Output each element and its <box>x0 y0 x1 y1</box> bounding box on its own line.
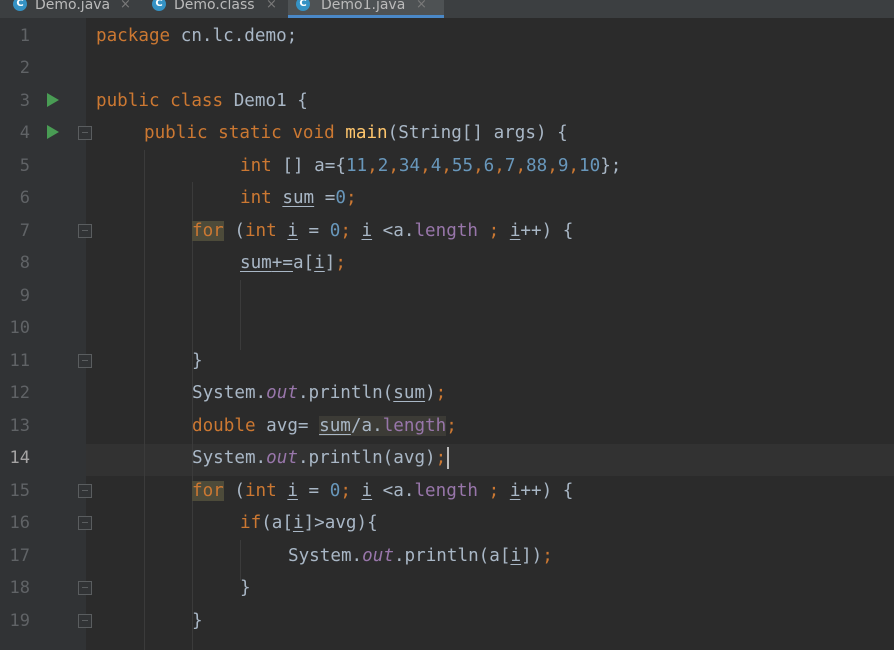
code-line: 1 package cn.lc.demo; <box>0 20 894 52</box>
line-number: 17 <box>9 546 30 566</box>
code-text[interactable]: package cn.lc.demo; <box>96 20 297 52</box>
close-icon[interactable]: × <box>416 0 427 15</box>
code-line: 18 } <box>0 572 894 604</box>
fold-icon[interactable] <box>78 354 92 368</box>
code-line: 19 } <box>0 605 894 637</box>
code-text[interactable]: System.out.println(sum); <box>192 377 446 409</box>
code-text[interactable]: double avg= sum/a.length; <box>192 410 457 442</box>
editor-tab-bar: C Demo.java × C Demo.class × C Demo1.jav… <box>0 0 894 18</box>
line-number: 10 <box>9 318 30 338</box>
run-icon[interactable] <box>47 93 59 107</box>
line-number: 5 <box>19 156 30 176</box>
code-text[interactable]: int sum =0; <box>240 182 357 214</box>
code-text[interactable]: } <box>240 572 251 604</box>
line-number: 15 <box>9 481 30 501</box>
code-text[interactable]: int [] a={11,2,34,4,55,6,7,88,9,10}; <box>240 150 621 182</box>
code-line: 10 <box>0 312 894 344</box>
code-line: 4 public static void main(String[] args)… <box>0 117 894 149</box>
line-number: 8 <box>19 253 30 273</box>
line-number: 6 <box>19 188 30 208</box>
code-line: 6 int sum =0; <box>0 182 894 214</box>
code-line: 17 System.out.println(a[i]); <box>0 540 894 572</box>
java-class-icon: C <box>296 0 310 11</box>
code-text[interactable]: for (int i = 0; i <a.length ; i++) { <box>192 475 573 507</box>
run-icon[interactable] <box>47 125 59 139</box>
java-class-icon: C <box>152 0 166 11</box>
code-text[interactable]: } <box>192 605 203 637</box>
code-line: 13 double avg= sum/a.length; <box>0 410 894 442</box>
tab-label: Demo1.java <box>321 0 406 13</box>
line-number: 2 <box>19 58 30 78</box>
code-text[interactable]: if(a[i]>avg){ <box>240 507 378 539</box>
fold-icon[interactable] <box>78 614 92 628</box>
close-icon[interactable]: × <box>120 0 131 15</box>
code-line: 16 if(a[i]>avg){ <box>0 507 894 539</box>
code-text[interactable]: public static void main(String[] args) { <box>144 117 568 149</box>
fold-icon[interactable] <box>78 516 92 530</box>
line-number: 7 <box>19 221 30 241</box>
code-text[interactable]: sum+=a[i]; <box>240 247 346 279</box>
tab-label: Demo.java <box>35 0 111 13</box>
code-line: 9 <box>0 280 894 312</box>
code-line: 11 } <box>0 345 894 377</box>
fold-icon[interactable] <box>78 224 92 238</box>
tab-demo-class[interactable]: C Demo.class × <box>152 0 282 18</box>
tab-demo1-java[interactable]: C Demo1.java × <box>288 0 444 18</box>
line-number: 14 <box>9 448 30 468</box>
line-number: 1 <box>19 26 30 46</box>
code-line: 7 for (int i = 0; i <a.length ; i++) { <box>0 215 894 247</box>
line-number: 3 <box>19 91 30 111</box>
tab-label: Demo.class <box>174 0 255 13</box>
text-caret <box>447 447 450 469</box>
line-number: 18 <box>9 578 30 598</box>
code-text[interactable]: public class Demo1 { <box>96 85 308 117</box>
code-text[interactable]: } <box>192 345 203 377</box>
tab-demo-java[interactable]: C Demo.java × <box>13 0 133 18</box>
line-number: 4 <box>19 123 30 143</box>
line-number: 13 <box>9 416 30 436</box>
fold-icon[interactable] <box>78 581 92 595</box>
line-number: 16 <box>9 513 30 533</box>
line-number: 12 <box>9 383 30 403</box>
close-icon[interactable]: × <box>266 0 277 15</box>
code-line: 15 for (int i = 0; i <a.length ; i++) { <box>0 475 894 507</box>
code-line: 3 public class Demo1 { <box>0 85 894 117</box>
code-text[interactable]: System.out.println(a[i]); <box>288 540 553 572</box>
fold-icon[interactable] <box>78 484 92 498</box>
line-number: 11 <box>9 351 30 371</box>
code-line: 2 <box>0 52 894 84</box>
code-line-current: 14 System.out.println(avg); <box>0 442 894 474</box>
line-number: 19 <box>9 611 30 631</box>
line-number: 9 <box>19 286 30 306</box>
code-line: 12 System.out.println(sum); <box>0 377 894 409</box>
code-line: 5 int [] a={11,2,34,4,55,6,7,88,9,10}; <box>0 150 894 182</box>
code-text[interactable]: for (int i = 0; i <a.length ; i++) { <box>192 215 573 247</box>
code-text[interactable]: System.out.println(avg); <box>192 442 450 474</box>
java-class-icon: C <box>13 0 27 11</box>
fold-icon[interactable] <box>78 126 92 140</box>
code-line: 8 sum+=a[i]; <box>0 247 894 279</box>
